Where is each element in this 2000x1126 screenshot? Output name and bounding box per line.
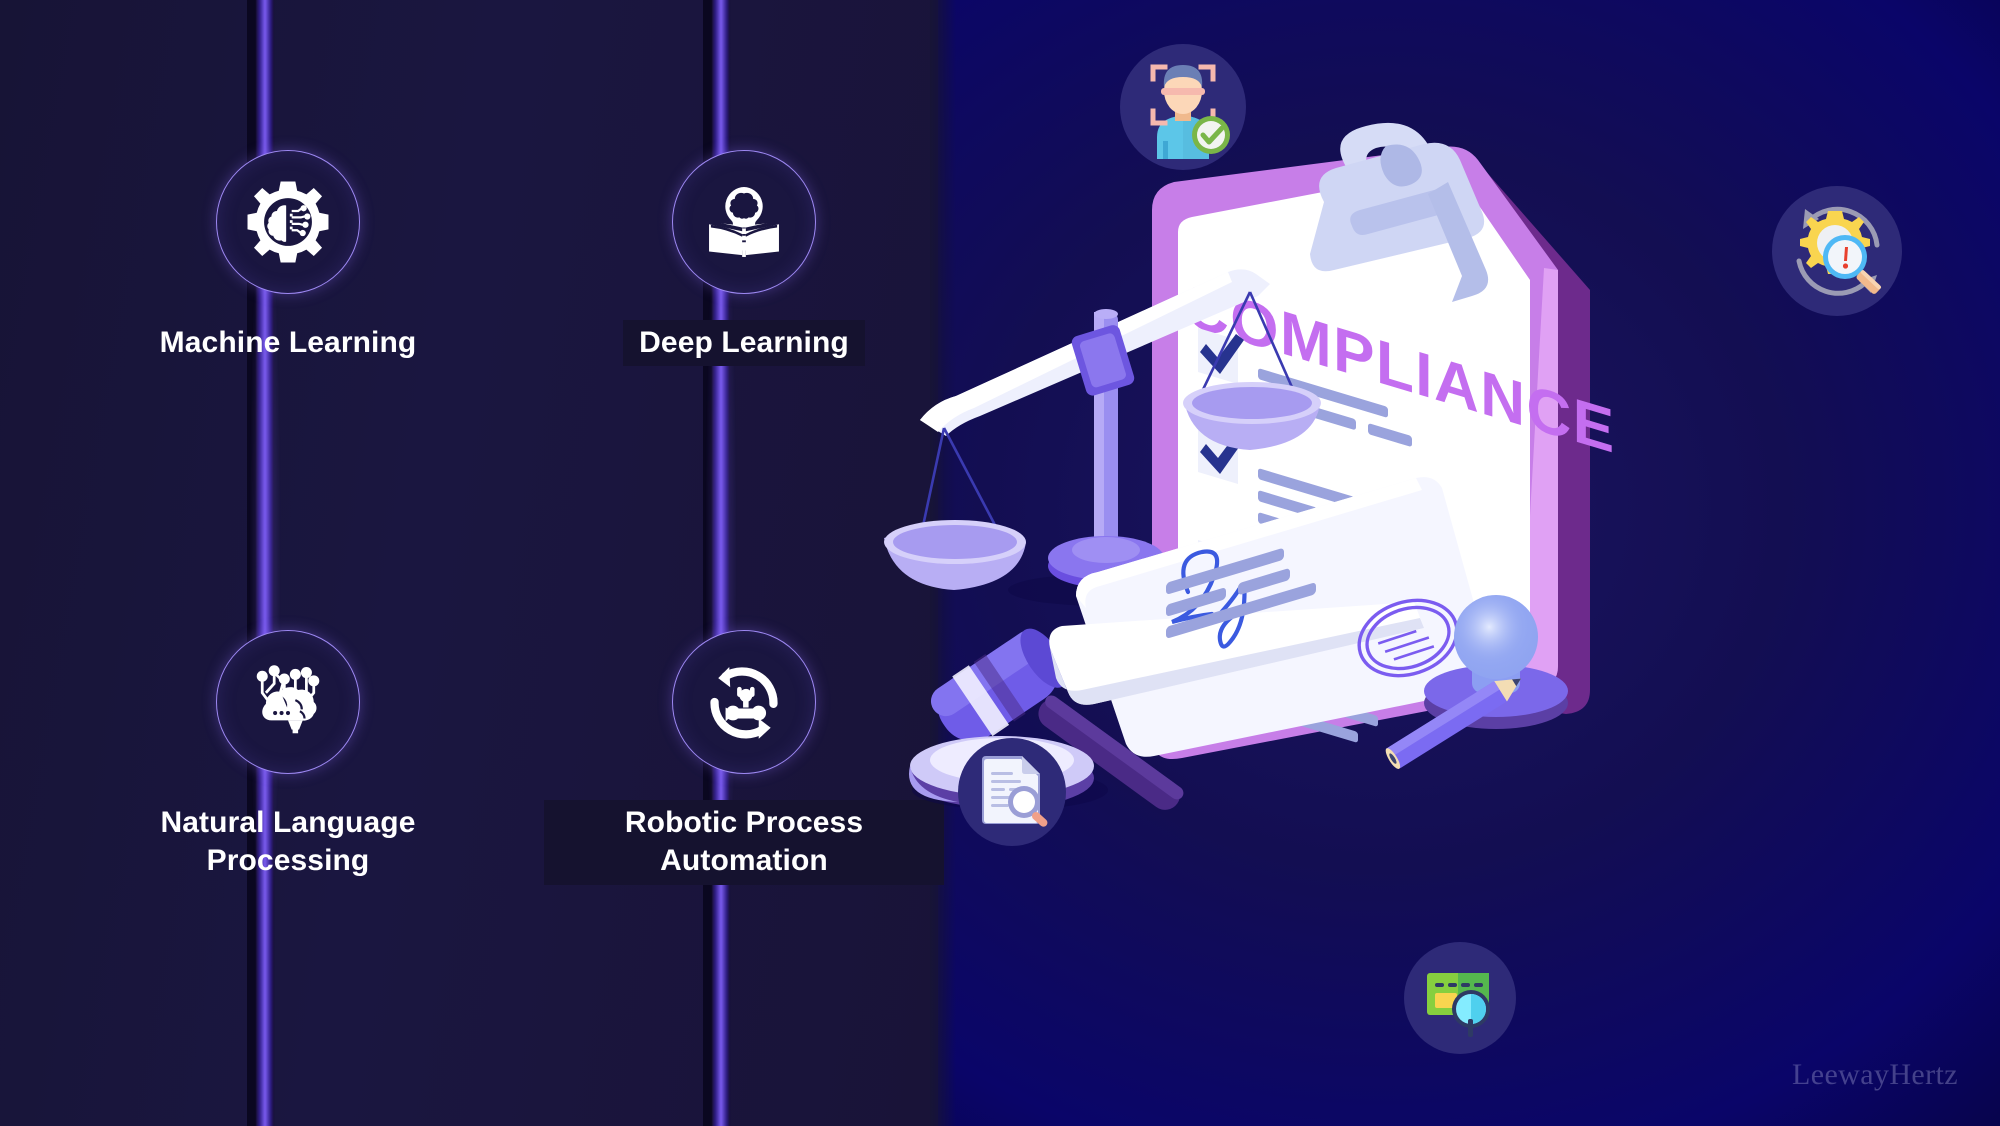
feature-machine-learning: Machine Learning [88,150,488,366]
feature-natural-language-processing: Natural Language Processing [88,630,488,885]
watermark-leewayhertz: LeewayHertz [1792,1058,1958,1091]
book-bulb-brain-icon [698,176,790,268]
icon-ring-machine-learning [216,150,360,294]
feature-label-natural-language-processing: Natural Language Processing [160,806,416,878]
pencil-icon [1368,655,1548,795]
card-magnifier-icon [1417,955,1503,1041]
badge-risk-audit [1772,186,1902,316]
icon-ring-robotic-process-automation [672,630,816,774]
feature-label-machine-learning: Machine Learning [159,326,417,359]
gear-magnifier-alert-icon [1781,195,1893,307]
icon-ring-deep-learning [672,150,816,294]
face-scan-verified-icon [1131,55,1235,159]
infographic-canvas: Machine Learning Deep Learning Natural L… [0,0,2000,1126]
feature-label-deep-learning: Deep Learning [623,320,865,367]
badge-identity-verification [1120,44,1246,170]
document-magnifier-icon [970,750,1054,834]
badge-document-review [958,738,1066,846]
icon-ring-natural-language-processing [216,630,360,774]
circular-arrows-robot-icon [698,656,790,748]
feature-deep-learning: Deep Learning [544,150,944,367]
gear-brain-circuit-icon [242,176,334,268]
feature-robotic-process-automation: Robotic Process Automation [544,630,944,885]
compliance-illustration: COMPLIANCE [884,0,2000,1126]
feature-label-robotic-process-automation: Robotic Process Automation [544,800,944,885]
badge-data-inspection [1404,942,1516,1054]
brain-neural-nodes-icon [242,656,334,748]
